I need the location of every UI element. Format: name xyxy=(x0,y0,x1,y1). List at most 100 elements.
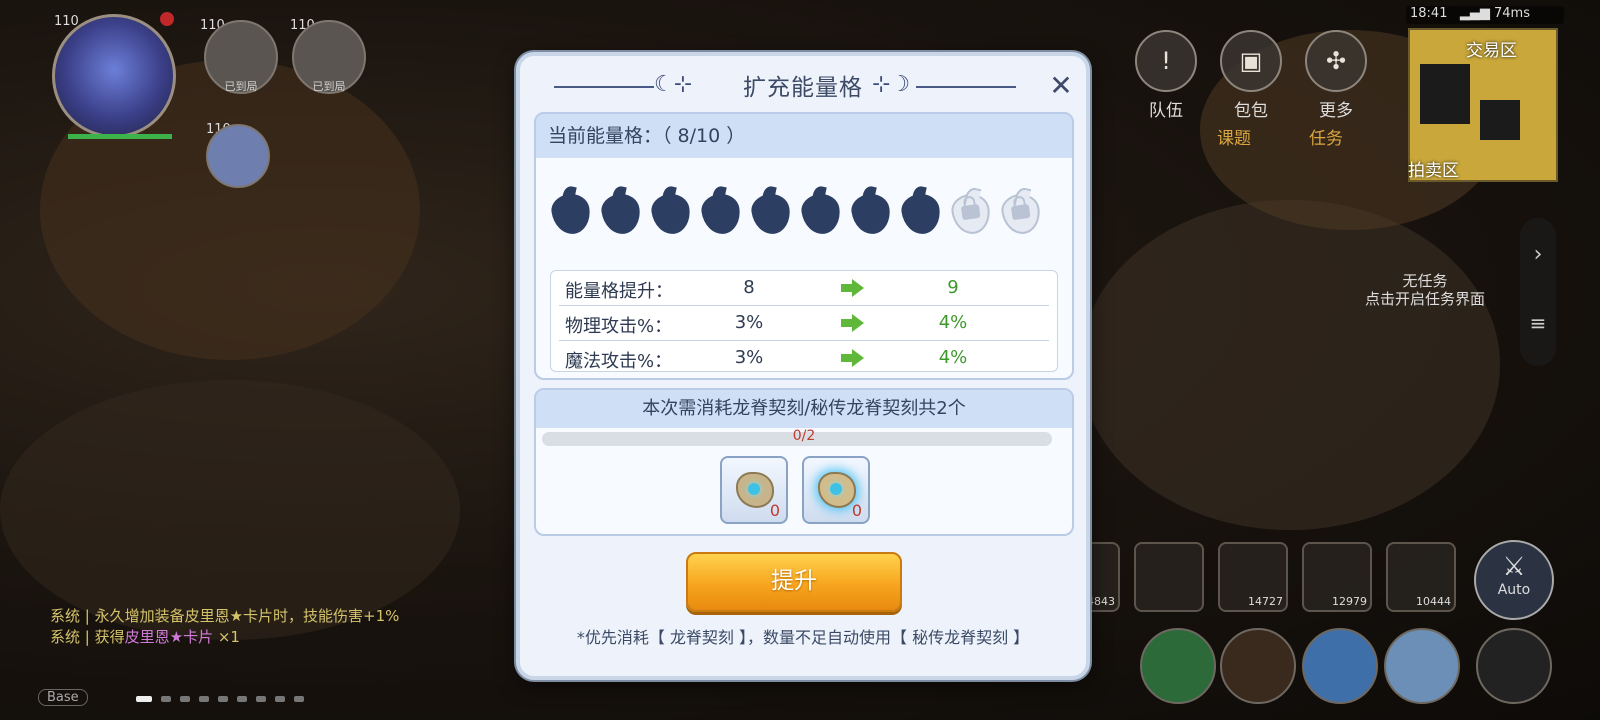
chevron-right-icon: › xyxy=(1533,242,1543,267)
chat-log[interactable]: 系统 | 永久增加装备皮里恩★卡片时，技能伤害+1% 系统 | 获得皮里恩★卡片… xyxy=(50,606,450,648)
auto-battle-button[interactable]: ⚔ Auto xyxy=(1474,540,1554,620)
quest-hint-line: 无任务 xyxy=(1402,272,1448,290)
energy-slot-icon xyxy=(649,191,693,237)
energy-slot-icon xyxy=(899,191,943,237)
bag-label: 包包 xyxy=(1234,101,1268,121)
swords-icon: ⚔ xyxy=(1502,552,1526,582)
page-dot xyxy=(218,696,228,702)
stat-current: 8 xyxy=(743,277,755,298)
stat-row: 能量格提升： 8 9 xyxy=(559,271,1049,306)
energy-slot-icon xyxy=(849,191,893,237)
skill-slot[interactable]: 12979 xyxy=(1302,542,1372,612)
player-avatar[interactable] xyxy=(52,14,176,138)
lesson-button[interactable]: 课题 xyxy=(1198,124,1270,149)
auto-label: Auto xyxy=(1497,582,1531,598)
side-panel-toggle[interactable]: › ≡ xyxy=(1520,218,1556,366)
energy-slot-icon xyxy=(549,191,593,237)
energy-slot-icon xyxy=(599,191,643,237)
item-slot-secret-dragon-spine[interactable]: 0 xyxy=(802,456,870,524)
chat-channel: 系统 xyxy=(50,628,81,646)
close-button[interactable]: ✕ xyxy=(1046,72,1076,102)
item-count: 0 xyxy=(851,501,862,520)
stat-label: 物理攻击%： xyxy=(565,316,673,337)
party-hud: 110 110 已到局 110 已到局 110 xyxy=(0,0,440,200)
pet-avatar[interactable] xyxy=(206,124,270,188)
ping: 74ms xyxy=(1494,6,1530,21)
cost-title: 本次需消耗龙脊契刻/秘传龙脊契刻共2个 xyxy=(536,390,1072,428)
lesson-label: 课题 xyxy=(1217,129,1251,149)
team-button[interactable]: ! 队伍 xyxy=(1130,30,1202,121)
energy-slot-icon xyxy=(749,191,793,237)
device-status-bar: 18:41 ▂▄▆ 74ms xyxy=(1406,6,1564,24)
page-dot xyxy=(294,696,304,702)
skill-count: 10444 xyxy=(1416,595,1451,608)
energy-slots xyxy=(549,191,1060,244)
skill-button[interactable] xyxy=(1140,628,1216,704)
skill-button[interactable] xyxy=(1384,628,1460,704)
skill-slot[interactable] xyxy=(1134,542,1204,612)
chat-line: 系统 | 永久增加装备皮里恩★卡片时，技能伤害+1% xyxy=(50,607,400,625)
item-count: 0 xyxy=(769,501,780,520)
minimap-terrain xyxy=(1480,100,1520,140)
locked-energy-slot-icon xyxy=(999,191,1043,237)
page-dot xyxy=(136,696,152,702)
skill-button[interactable] xyxy=(1302,628,1378,704)
page-dot xyxy=(161,696,171,702)
energy-slot-icon xyxy=(799,191,843,237)
skill-button[interactable] xyxy=(1220,628,1296,704)
energy-panel: 当前能量格：（ 8/10 ） 能量格提升： 8 9 物理攻击%： 3% 4% 魔… xyxy=(534,112,1074,380)
expand-energy-dialog: ☾⊹ 扩充能量格 ⊹☽ ✕ 当前能量格：（ 8/10 ） 能量格提升： 8 9 … xyxy=(516,52,1090,680)
chat-page-indicator xyxy=(136,687,313,706)
arrow-right-icon xyxy=(841,279,865,297)
chat-text: 永久增加装备皮里恩★卡片时，技能伤害+1% xyxy=(94,607,400,625)
notification-dot xyxy=(160,12,174,26)
secret-dragon-spine-icon xyxy=(818,472,856,508)
stat-label: 能量格提升： xyxy=(565,281,673,302)
lock-icon xyxy=(1010,203,1031,221)
signal-icon: ▂▄▆ xyxy=(1459,6,1490,21)
skill-slot[interactable]: 10444 xyxy=(1386,542,1456,612)
skill-count: 12979 xyxy=(1332,595,1367,608)
quest-button[interactable]: 任务 xyxy=(1290,124,1362,149)
stat-next: 4% xyxy=(938,312,968,333)
quest-hint[interactable]: 无任务 点击开启任务界面 xyxy=(1350,272,1500,308)
page-dot xyxy=(237,696,247,702)
lock-icon xyxy=(960,203,981,221)
chat-line: 系统 | 获得皮里恩★卡片 ×1 xyxy=(50,628,240,646)
skill-slot[interactable]: 14727 xyxy=(1218,542,1288,612)
upgrade-button[interactable]: 提升 xyxy=(686,552,902,612)
progress-text: 0/2 xyxy=(792,428,816,444)
clock: 18:41 xyxy=(1410,6,1448,21)
chat-item-link[interactable]: 皮里恩★卡片 xyxy=(125,628,213,646)
dialog-title: 扩充能量格 xyxy=(743,75,863,101)
locked-energy-slot-icon xyxy=(949,191,993,237)
stat-row: 魔法攻击%： 3% 4% xyxy=(559,341,1049,375)
more-button[interactable]: ✣ 更多 xyxy=(1300,30,1372,121)
minimap-zone-label: 交易区 xyxy=(1466,41,1517,61)
page-dot xyxy=(180,696,190,702)
bag-icon: ▣ xyxy=(1220,30,1282,92)
item-slot-dragon-spine[interactable]: 0 xyxy=(720,456,788,524)
more-label: 更多 xyxy=(1319,101,1353,121)
top-menu: ! 队伍 ▣ 包包 ✣ 更多 课题 任务 xyxy=(1100,20,1370,180)
energy-slot-icon xyxy=(699,191,743,237)
stats-table: 能量格提升： 8 9 物理攻击%： 3% 4% 魔法攻击%： 3% 4% xyxy=(550,270,1058,372)
quest-hint-line: 点击开启任务界面 xyxy=(1364,290,1485,308)
bag-button[interactable]: ▣ 包包 xyxy=(1215,30,1287,121)
player-hp-bar xyxy=(68,134,172,139)
page-dot xyxy=(275,696,285,702)
minimap-terrain xyxy=(1420,64,1470,124)
team-label: 队伍 xyxy=(1149,101,1183,121)
stat-row: 物理攻击%： 3% 4% xyxy=(559,306,1049,341)
more-icon: ✣ xyxy=(1305,30,1367,92)
current-energy-label: 当前能量格：（ 8/10 ） xyxy=(536,114,1072,158)
arrow-right-icon xyxy=(841,349,865,367)
skill-button[interactable] xyxy=(1476,628,1552,704)
list-icon: ≡ xyxy=(1529,311,1547,335)
party-status: 已到局 xyxy=(224,80,258,93)
skill-count: 14727 xyxy=(1248,595,1283,608)
party-avatar[interactable]: 已到局 xyxy=(204,20,278,94)
stat-current: 3% xyxy=(734,312,764,333)
party-avatar[interactable]: 已到局 xyxy=(292,20,366,94)
chat-channel-tab[interactable]: Base xyxy=(38,689,88,706)
